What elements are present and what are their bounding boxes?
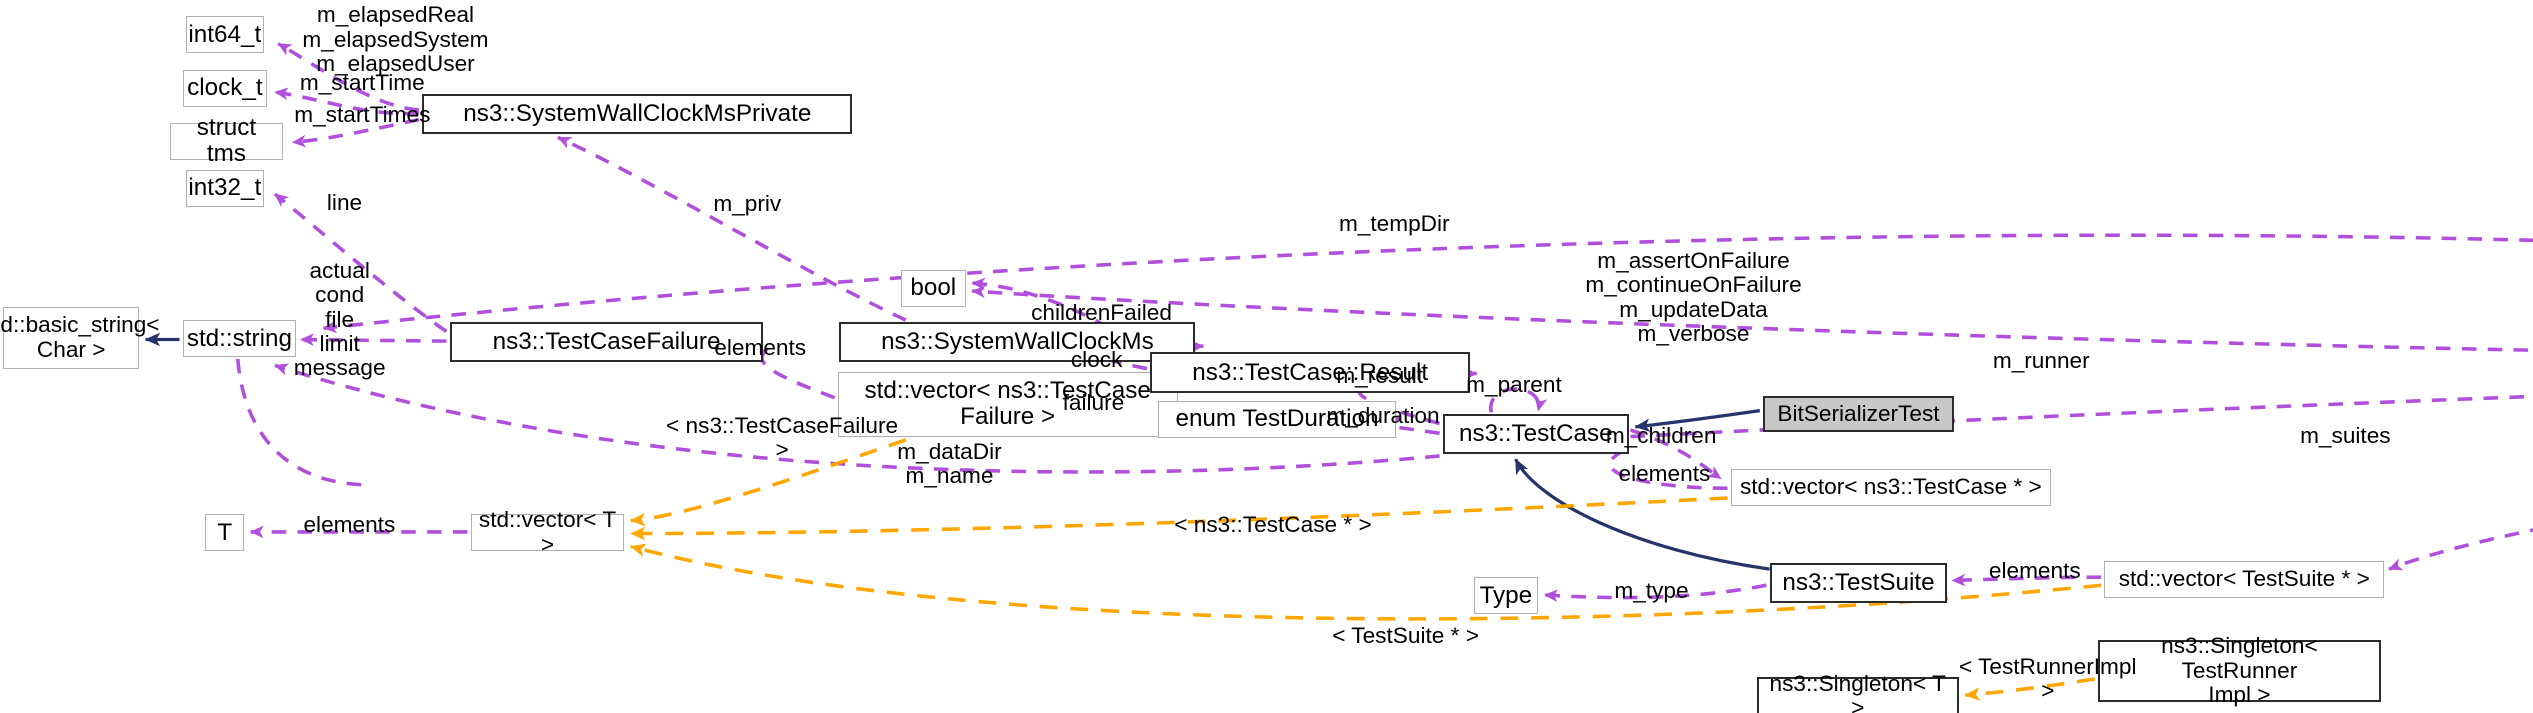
edge-label-m-parent: m_parent <box>1466 372 1562 398</box>
node-label: std::string <box>186 324 292 352</box>
edge-label-template-testrunnerimpl: < TestRunnerImpl > <box>1958 653 2137 704</box>
edge-label-template-testcase-ptr: < ns3::TestCase * > <box>1174 511 1372 537</box>
node-ns3-systemwallclockmsprivate[interactable]: ns3::SystemWallClockMsPrivate <box>422 93 853 135</box>
node-label: std::basic_string< Char > <box>0 312 160 362</box>
edge-label-elements-testsuite: elements <box>1988 558 2081 584</box>
node-ns3-testcase[interactable]: ns3::TestCase <box>1442 413 1629 455</box>
node-std-basic-string[interactable]: std::basic_string< Char > <box>0 307 160 369</box>
node-ns3-systemwallclockms[interactable]: ns3::SystemWallClockMs <box>839 321 1196 363</box>
node-label: std::vector< TestSuite * > <box>2118 566 2370 592</box>
node-label: Type <box>1479 581 1533 609</box>
edge-label-elapsed: m_elapsedReal m_elapsedSystem m_elapsedU… <box>302 2 489 77</box>
edge-label-childrenfailed: childrenFailed <box>1031 299 1172 325</box>
edge-label-runner-flags: m_assertOnFailure m_continueOnFailure m_… <box>1585 247 1802 347</box>
node-label: std::vector< T > <box>478 507 617 557</box>
node-label: int64_t <box>188 20 262 48</box>
edge-label-starttime: m_startTime <box>299 70 425 96</box>
edge-label-m-duration: m_duration <box>1326 403 1440 429</box>
node-label: T <box>217 518 233 546</box>
edge-label-template-testcasefailure: < ns3::TestCaseFailure > <box>666 412 899 463</box>
edge-label-elements-T: elements <box>303 511 396 537</box>
edge-label-m-children: m_children <box>1605 422 1717 448</box>
node-ns3-testsuite[interactable]: ns3::TestSuite <box>1769 562 1948 604</box>
node-bool[interactable]: bool <box>900 270 966 308</box>
node-bitserializertest[interactable]: BitSerializerTest <box>1763 396 1954 432</box>
node-label: ns3::TestCase <box>1458 419 1613 447</box>
node-T[interactable]: T <box>205 514 245 552</box>
node-int64-t[interactable]: int64_t <box>186 16 264 54</box>
node-int32-t[interactable]: int32_t <box>186 169 264 207</box>
node-clock-t[interactable]: clock_t <box>182 69 267 107</box>
node-type[interactable]: Type <box>1473 577 1539 615</box>
node-label: ns3::TestCaseFailure <box>492 327 721 355</box>
node-std-string[interactable]: std::string <box>182 320 296 358</box>
node-label: std::vector< ns3::TestCase * > <box>1739 474 2042 500</box>
edge-label-m-priv: m_priv <box>713 191 782 217</box>
edge-label-elements-testcasefailure: elements <box>714 335 807 361</box>
edge-label-m-runner: m_runner <box>1992 348 2090 374</box>
node-label: bool <box>910 274 957 302</box>
edge-label-starttimes: m_startTimes <box>294 102 431 128</box>
edge-label-template-testsuite-ptr: < TestSuite * > <box>1332 623 1479 649</box>
node-ns3-singleton-T[interactable]: ns3::Singleton< T > <box>1756 671 1959 713</box>
edge-label-elements-testcase: elements <box>1618 461 1711 487</box>
node-std-vector-T[interactable]: std::vector< T > <box>470 508 625 556</box>
collaboration-diagram-canvas: int64_t clock_t struct tms int32_t std::… <box>0 0 2533 713</box>
node-struct-tms[interactable]: struct tms <box>169 115 284 167</box>
node-label: clock_t <box>187 74 263 101</box>
edge-label-m-suites: m_suites <box>2300 422 2391 448</box>
edge-label-line: line <box>326 189 363 215</box>
edge-label-testcasefailure-fields: actual cond file limit message <box>293 257 386 381</box>
edge-label-m-type: m_type <box>1614 577 1689 603</box>
node-label: BitSerializerTest <box>1777 400 1940 426</box>
node-label: int32_t <box>188 174 262 202</box>
node-label: ns3::Singleton< T > <box>1769 670 1946 713</box>
edge-label-failure: failure <box>1062 390 1125 416</box>
node-std-vector-testsuite-ptr[interactable]: std::vector< TestSuite * > <box>2104 561 2385 599</box>
edge-label-m-tempdir: m_tempDir <box>1338 210 1450 236</box>
node-label: ns3::TestSuite <box>1782 568 1935 596</box>
edge-label-m-datadir-m-name: m_dataDir m_name <box>897 438 1002 489</box>
node-label: struct tms <box>196 114 257 168</box>
edge-label-m-result: m_result <box>1336 362 1424 388</box>
edge-label-clock: clock <box>1070 346 1123 372</box>
node-std-vector-testcase-ptr[interactable]: std::vector< ns3::TestCase * > <box>1730 468 2051 507</box>
node-label: ns3::SystemWallClockMsPrivate <box>463 99 812 127</box>
